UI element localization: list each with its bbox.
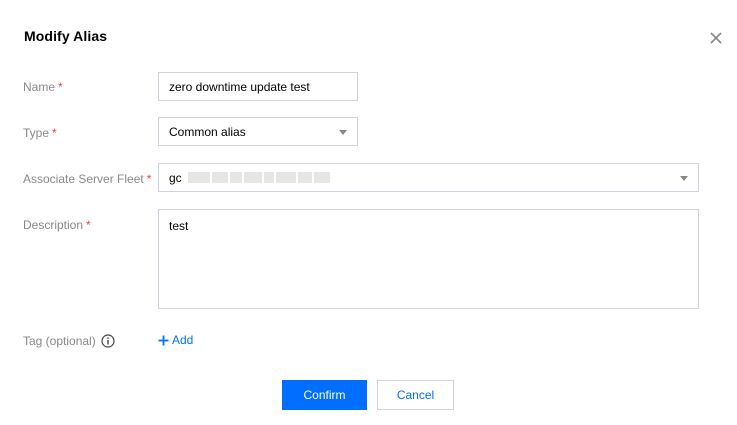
confirm-button[interactable]: Confirm	[282, 380, 367, 410]
description-label: Description *	[23, 218, 91, 232]
required-marker: *	[58, 80, 63, 94]
required-marker: *	[146, 172, 152, 186]
description-textarea[interactable]: test	[158, 209, 699, 309]
required-marker: *	[52, 126, 57, 140]
name-input[interactable]	[158, 72, 358, 101]
close-icon	[710, 32, 722, 44]
close-button[interactable]	[706, 28, 726, 48]
tag-label: Tag (optional)	[23, 334, 115, 348]
type-selected-value: Common alias	[169, 124, 246, 139]
chevron-down-icon	[339, 129, 347, 135]
add-tag-button[interactable]: Add	[158, 333, 193, 347]
required-marker: *	[86, 218, 91, 232]
fleet-label: Associate Server Fleet *	[23, 172, 152, 186]
fleet-selected-value: gc	[169, 170, 182, 185]
plus-icon	[158, 335, 169, 345]
cancel-button[interactable]: Cancel	[377, 380, 454, 410]
modify-alias-dialog: Modify Alias Name* Type* Common alias As…	[0, 0, 737, 425]
info-icon[interactable]	[101, 334, 115, 348]
add-tag-label: Add	[172, 333, 194, 347]
chevron-down-icon	[680, 175, 688, 181]
type-select[interactable]: Common alias	[158, 117, 358, 146]
redacted-fleet-id	[187, 171, 332, 184]
dialog-title: Modify Alias	[24, 28, 108, 44]
type-label: Type *	[23, 126, 57, 140]
name-label: Name *	[23, 80, 63, 94]
fleet-select[interactable]: gc	[158, 163, 699, 192]
